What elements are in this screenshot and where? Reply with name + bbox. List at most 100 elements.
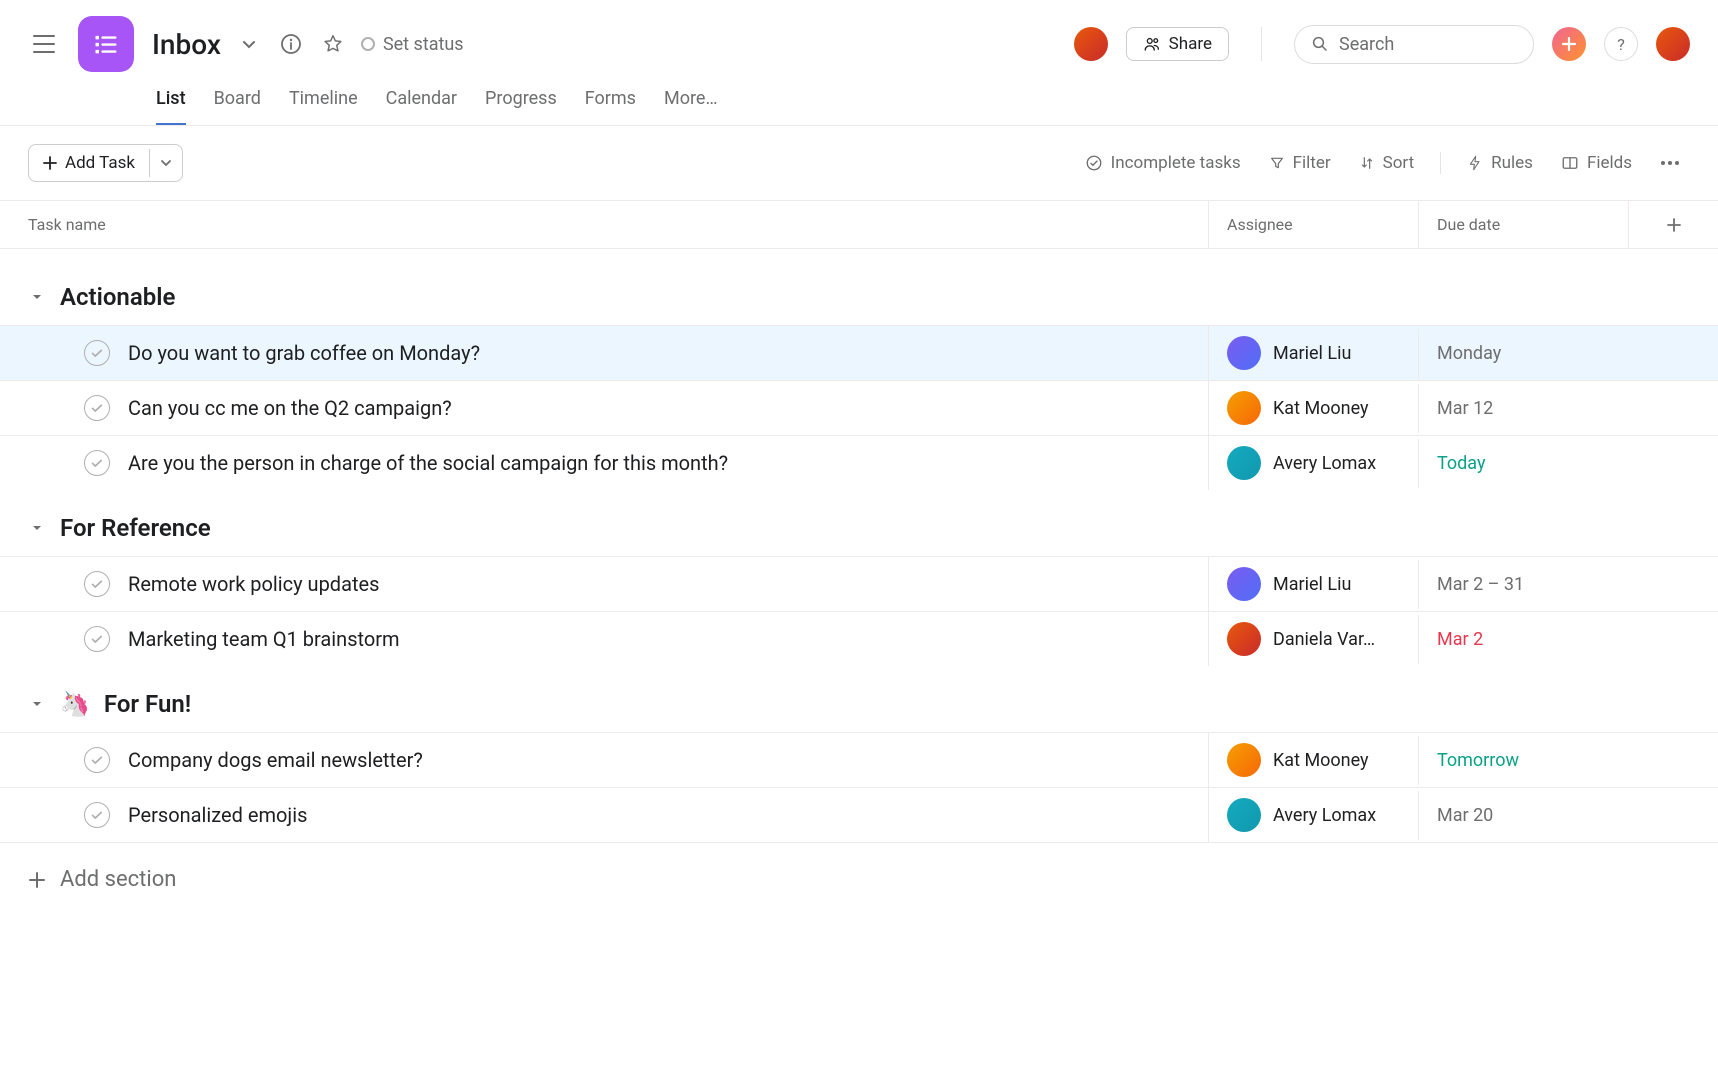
view-tabs: List Board Timeline Calendar Progress Forms Mo… [0, 72, 1718, 126]
task-row[interactable]: Personalized emojisAvery LomaxMar 20 [0, 787, 1718, 843]
due-date-cell[interactable]: Today [1418, 439, 1628, 488]
caret-down-icon [30, 697, 44, 711]
section-header[interactable]: Actionable [0, 259, 1718, 325]
add-section-button[interactable]: Add section [0, 843, 1718, 916]
status-label: Set status [383, 34, 464, 55]
user-avatar[interactable] [1656, 27, 1690, 61]
rules-label: Rules [1491, 153, 1533, 173]
add-column-button[interactable] [1628, 201, 1718, 248]
section-title-text: For Fun! [104, 690, 191, 718]
help-button[interactable]: ? [1604, 27, 1638, 61]
project-details[interactable] [277, 30, 305, 58]
assignee-cell[interactable]: Daniela Var… [1208, 612, 1418, 666]
hamburger-menu[interactable] [28, 28, 60, 60]
task-row[interactable]: Company dogs email newsletter?Kat Mooney… [0, 732, 1718, 787]
due-date-cell[interactable]: Mar 20 [1418, 791, 1628, 840]
section-title-text: Actionable [60, 283, 175, 311]
sort-button[interactable]: Sort [1349, 147, 1425, 179]
set-status-button[interactable]: Set status [361, 34, 464, 55]
filter-button[interactable]: Filter [1259, 147, 1341, 179]
info-icon [280, 33, 302, 55]
task-row[interactable]: Are you the person in charge of the soci… [0, 435, 1718, 490]
complete-toggle[interactable] [84, 626, 110, 652]
task-row[interactable]: Marketing team Q1 brainstormDaniela Var…… [0, 611, 1718, 666]
favorite-toggle[interactable] [319, 30, 347, 58]
assignee-cell[interactable]: Avery Lomax [1208, 788, 1418, 842]
assignee-cell[interactable]: Avery Lomax [1208, 436, 1418, 490]
check-icon [90, 456, 104, 470]
plus-icon [28, 871, 46, 889]
tab-forms[interactable]: Forms [585, 88, 636, 125]
search-placeholder: Search [1339, 34, 1394, 55]
filter-label: Filter [1293, 153, 1331, 173]
check-icon [90, 346, 104, 360]
section-header[interactable]: For Reference [0, 490, 1718, 556]
rules-button[interactable]: Rules [1457, 147, 1543, 179]
fields-button[interactable]: Fields [1551, 147, 1642, 179]
due-date-cell[interactable]: Tomorrow [1418, 736, 1628, 785]
plus-icon [43, 156, 57, 170]
tab-board[interactable]: Board [214, 88, 261, 125]
column-due-date[interactable]: Due date [1418, 201, 1628, 248]
assignee-avatar [1227, 622, 1261, 656]
column-assignee[interactable]: Assignee [1208, 201, 1418, 248]
incomplete-filter[interactable]: Incomplete tasks [1075, 147, 1251, 179]
share-button[interactable]: Share [1126, 27, 1229, 61]
section-header[interactable]: 🦄 For Fun! [0, 666, 1718, 732]
assignee-cell[interactable]: Kat Mooney [1208, 381, 1418, 435]
due-date-cell[interactable]: Mar 12 [1418, 384, 1628, 433]
due-date-cell[interactable]: Monday [1418, 329, 1628, 378]
complete-toggle[interactable] [84, 802, 110, 828]
tab-list[interactable]: List [156, 88, 186, 125]
add-task-dropdown[interactable] [149, 149, 182, 177]
search-icon [1311, 35, 1329, 53]
section-caret[interactable] [28, 519, 46, 537]
task-row[interactable]: Do you want to grab coffee on Monday?Mar… [0, 325, 1718, 380]
add-task-button[interactable]: Add Task [29, 145, 149, 181]
plus-icon [1561, 36, 1577, 52]
task-row[interactable]: Can you cc me on the Q2 campaign? Kat Moo… [0, 380, 1718, 435]
tab-timeline[interactable]: Timeline [289, 88, 358, 125]
tab-more[interactable]: More… [664, 88, 718, 125]
more-actions[interactable] [1650, 154, 1690, 172]
column-task-name[interactable]: Task name [0, 201, 1208, 248]
tab-calendar[interactable]: Calendar [386, 88, 457, 125]
sort-icon [1359, 155, 1375, 171]
complete-toggle[interactable] [84, 395, 110, 421]
project-icon [78, 16, 134, 72]
check-icon [90, 753, 104, 767]
assignee-avatar [1227, 446, 1261, 480]
page-title: Inbox [152, 28, 221, 61]
task-name: Can you cc me on the Q2 campaign? [128, 396, 452, 420]
section-emoji: 🦄 [60, 690, 90, 718]
check-icon [90, 401, 104, 415]
hamburger-icon [33, 35, 55, 53]
assignee-avatar [1227, 743, 1261, 777]
chevron-down-icon [241, 36, 257, 52]
global-create-button[interactable] [1552, 27, 1586, 61]
title-dropdown[interactable] [235, 30, 263, 58]
assignee-cell[interactable]: Mariel Liu [1208, 557, 1418, 611]
tab-progress[interactable]: Progress [485, 88, 557, 125]
section-caret[interactable] [28, 695, 46, 713]
search-input[interactable]: Search [1294, 25, 1534, 64]
assignee-name: Mariel Liu [1273, 574, 1351, 595]
assignee-avatar [1227, 336, 1261, 370]
due-date-cell[interactable]: Mar 2 [1418, 615, 1628, 664]
complete-toggle[interactable] [84, 450, 110, 476]
assignee-name: Mariel Liu [1273, 343, 1351, 364]
incomplete-label: Incomplete tasks [1111, 153, 1241, 173]
plus-icon [1666, 217, 1682, 233]
assignee-name: Kat Mooney [1273, 398, 1369, 419]
complete-toggle[interactable] [84, 340, 110, 366]
caret-down-icon [30, 290, 44, 304]
section-caret[interactable] [28, 288, 46, 306]
complete-toggle[interactable] [84, 571, 110, 597]
task-name: Are you the person in charge of the soci… [128, 451, 728, 475]
assignee-cell[interactable]: Mariel Liu [1208, 326, 1418, 380]
member-avatar[interactable] [1074, 27, 1108, 61]
task-row[interactable]: Remote work policy updatesMariel LiuMar … [0, 556, 1718, 611]
assignee-cell[interactable]: Kat Mooney [1208, 733, 1418, 787]
due-date-cell[interactable]: Mar 2 – 31 [1418, 560, 1628, 609]
complete-toggle[interactable] [84, 747, 110, 773]
